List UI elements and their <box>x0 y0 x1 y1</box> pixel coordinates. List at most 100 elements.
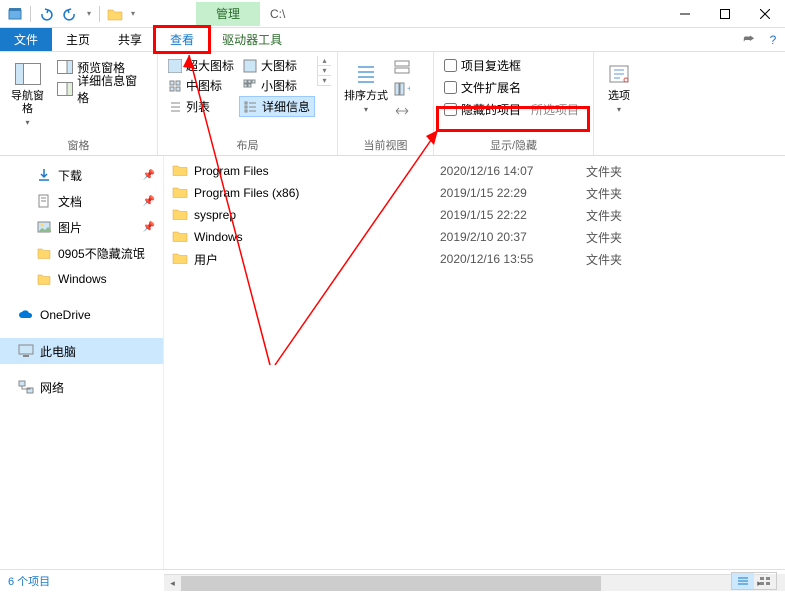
tree-item-this-pc[interactable]: 此电脑 <box>0 338 163 364</box>
pin-icon: 📌 <box>143 170 155 181</box>
file-row[interactable]: Windows2019/2/10 20:37文件夹 <box>164 226 785 248</box>
file-type: 文件夹 <box>586 251 622 268</box>
tab-home[interactable]: 主页 <box>52 28 104 51</box>
maximize-button[interactable] <box>705 0 745 28</box>
pin-icon: 📌 <box>143 196 155 207</box>
folder-icon <box>172 163 188 179</box>
file-name: 用户 <box>194 251 440 268</box>
group-label-layout: 布局 <box>158 137 337 155</box>
file-type: 文件夹 <box>586 229 622 246</box>
checkbox-hidden-items[interactable]: 隐藏的项目 <box>440 98 525 120</box>
folder-up-icon[interactable] <box>104 3 126 25</box>
documents-icon <box>36 193 52 209</box>
tree-item-downloads[interactable]: 下载📌 <box>0 162 163 188</box>
layout-medium[interactable]: 中图标 <box>164 76 238 95</box>
ribbon-group-panes: 导航窗格 ▾ 预览窗格 详细信息窗格 窗格 <box>0 52 158 155</box>
file-row[interactable]: Program Files (x86)2019/1/15 22:29文件夹 <box>164 182 785 204</box>
sort-icon <box>352 60 380 88</box>
folder-icon <box>172 185 188 201</box>
downloads-icon <box>36 167 52 183</box>
details-pane-icon <box>57 81 73 97</box>
file-name: Program Files (x86) <box>194 186 440 200</box>
file-list-view[interactable]: Program Files2020/12/16 14:07文件夹Program … <box>164 156 785 569</box>
checkbox-item-checkboxes[interactable]: 项目复选框 <box>440 54 525 76</box>
tab-view[interactable]: 查看 <box>156 28 208 51</box>
ribbon-group-current-view: 排序方式 ▾ + 当前视图 <box>338 52 434 155</box>
checkbox-hidden[interactable] <box>444 103 457 116</box>
file-type: 文件夹 <box>586 185 622 202</box>
tree-item-pictures[interactable]: 图片📌 <box>0 214 163 240</box>
qat-dropdown2-icon[interactable]: ▾ <box>128 3 138 25</box>
tree-item-custom-folder2[interactable]: Windows <box>0 266 163 292</box>
tree-item-network[interactable]: 网络 <box>0 374 163 400</box>
file-row[interactable]: 用户2020/12/16 13:55文件夹 <box>164 248 785 270</box>
hide-selected-button[interactable]: 所选项目 <box>525 98 585 120</box>
file-name: Program Files <box>194 164 440 178</box>
file-type: 文件夹 <box>586 163 622 180</box>
chevron-down-icon: ▾ <box>364 105 368 114</box>
group-label-show-hide: 显示/隐藏 <box>434 137 593 155</box>
nav-tree[interactable]: 下载📌 文档📌 图片📌 0905不隐藏流氓 Windows OneDrive 此… <box>0 156 164 569</box>
checkbox-checkboxes[interactable] <box>444 59 457 72</box>
group-label-current-view: 当前视图 <box>338 137 433 155</box>
layout-extra-large[interactable]: 超大图标 <box>164 56 238 75</box>
tab-drive-tools[interactable]: 驱动器工具 <box>208 28 296 51</box>
collapse-ribbon-icon[interactable]: ⮫ <box>737 28 761 51</box>
chevron-down-icon: ▾ <box>617 105 621 114</box>
tree-item-custom-folder1[interactable]: 0905不隐藏流氓 <box>0 240 163 266</box>
undo-icon[interactable] <box>35 3 57 25</box>
group-label-panes: 窗格 <box>0 137 157 155</box>
file-name: sysprep <box>194 208 440 222</box>
options-button[interactable]: 选项 ▾ <box>600 56 638 114</box>
gallery-more-icon[interactable]: ▾ <box>318 76 331 86</box>
tree-item-onedrive[interactable]: OneDrive <box>0 302 163 328</box>
checkbox-file-extensions[interactable]: 文件扩展名 <box>440 76 525 98</box>
close-button[interactable] <box>745 0 785 28</box>
context-tab-manage[interactable]: 管理 <box>196 2 260 26</box>
qat-dropdown-icon[interactable]: ▾ <box>83 3 95 25</box>
layout-details[interactable]: 详细信息 <box>239 96 315 117</box>
size-columns-button[interactable] <box>390 100 414 122</box>
view-mode-toggle[interactable] <box>731 572 777 590</box>
nav-pane-button[interactable]: 导航窗格 ▾ <box>6 56 49 127</box>
add-columns-button[interactable]: + <box>390 78 414 100</box>
view-thumbnails-icon[interactable] <box>754 573 776 589</box>
this-pc-icon <box>18 343 34 359</box>
file-row[interactable]: sysprep2019/1/15 22:22文件夹 <box>164 204 785 226</box>
separator <box>99 6 100 22</box>
network-icon <box>18 379 34 395</box>
help-icon[interactable]: ? <box>761 28 785 51</box>
gallery-down-icon[interactable]: ▾ <box>318 66 331 76</box>
ribbon-group-layout: 超大图标 大图标 中图标 小图标 列表 详细信息 ▴▾▾ 布局 <box>158 52 338 155</box>
window-title-path: C:\ <box>270 7 285 21</box>
layout-large[interactable]: 大图标 <box>239 56 315 75</box>
ribbon-group-show-hide: 项目复选框 文件扩展名 隐藏的项目 所选项目 显示/隐藏 <box>434 52 594 155</box>
redo-icon[interactable] <box>59 3 81 25</box>
ribbon-tabs: 文件 主页 共享 查看 驱动器工具 ⮫ ? <box>0 28 785 52</box>
tab-share[interactable]: 共享 <box>104 28 156 51</box>
file-date: 2019/1/15 22:29 <box>440 186 586 200</box>
file-type: 文件夹 <box>586 207 622 224</box>
app-icon[interactable] <box>4 3 26 25</box>
folder-icon <box>172 207 188 223</box>
file-date: 2019/2/10 20:37 <box>440 230 586 244</box>
gallery-up-icon[interactable]: ▴ <box>318 56 331 66</box>
details-pane-button[interactable]: 详细信息窗格 <box>53 78 151 100</box>
sort-button[interactable]: 排序方式 ▾ <box>344 56 388 114</box>
group-by-button[interactable] <box>390 56 414 78</box>
layout-small[interactable]: 小图标 <box>239 76 315 95</box>
view-details-icon[interactable] <box>732 573 754 589</box>
tab-file[interactable]: 文件 <box>0 28 52 51</box>
minimize-button[interactable] <box>665 0 705 28</box>
layout-gallery[interactable]: 超大图标 大图标 中图标 小图标 列表 详细信息 <box>164 56 315 117</box>
checkbox-ext[interactable] <box>444 81 457 94</box>
file-row[interactable]: Program Files2020/12/16 14:07文件夹 <box>164 160 785 182</box>
onedrive-icon <box>18 307 34 323</box>
tree-item-documents[interactable]: 文档📌 <box>0 188 163 214</box>
chevron-down-icon: ▾ <box>26 118 30 127</box>
pictures-icon <box>36 219 52 235</box>
gallery-scroll[interactable]: ▴▾▾ <box>317 56 331 86</box>
layout-list[interactable]: 列表 <box>164 96 238 117</box>
quick-access-toolbar: ▾ ▾ <box>0 3 138 25</box>
file-date: 2019/1/15 22:22 <box>440 208 586 222</box>
